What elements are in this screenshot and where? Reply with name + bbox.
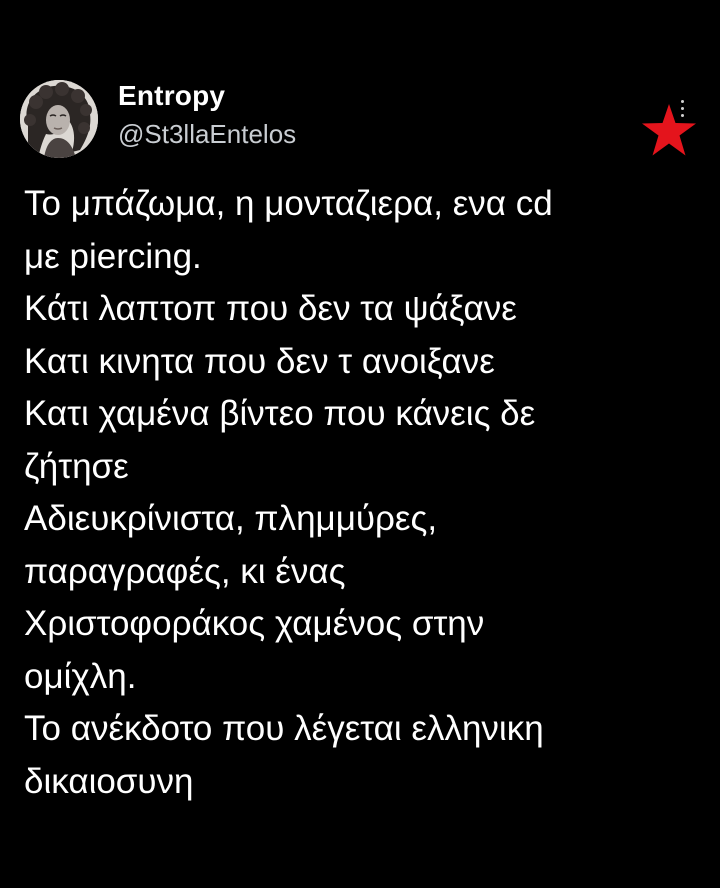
tweet-text-line: Χριστοφοράκος χαμένος στην [24,604,485,643]
tweet-text-line: ζήτησε [24,446,129,486]
profile-avatar-icon [20,80,98,158]
tweet-text-line: Κατι χαμένα βίντεο που κάνεις δε [24,394,536,433]
tweet-text-line: Κατι κινητα που δεν τ ανοιξανε [24,341,495,381]
tweet-text-line: ομίχλη. [24,656,137,696]
tweet-text-line: Το μπάζωμα, η μονταζιερα, ενα cd [24,184,553,223]
tweet-text-line: δικαιοσυνη [24,761,194,801]
avatar[interactable] [20,80,98,158]
tweet-card: Entropy @St3llaEntelos Το μπάζωμα, η μον… [0,0,720,888]
tweet-text: Το μπάζωμα, η μονταζιερα, ενα cd με pier… [24,178,704,808]
user-handle[interactable]: @St3llaEntelos [118,119,296,150]
display-name[interactable]: Entropy [118,80,225,112]
red-star-icon [642,104,696,156]
tweet-text-line: παραγραφές, κι ένας [24,551,346,591]
tweet-text-line: Το ανέκδοτο που λέγεται ελληνικη [24,709,544,748]
tweet-text-line: με piercing. [24,236,202,276]
tweet-text-line: Αδιευκρίνιστα, πλημμύρες, [24,499,438,538]
tweet-text-line: Κάτι λαπτοπ που δεν τα ψάξανε [24,289,517,328]
